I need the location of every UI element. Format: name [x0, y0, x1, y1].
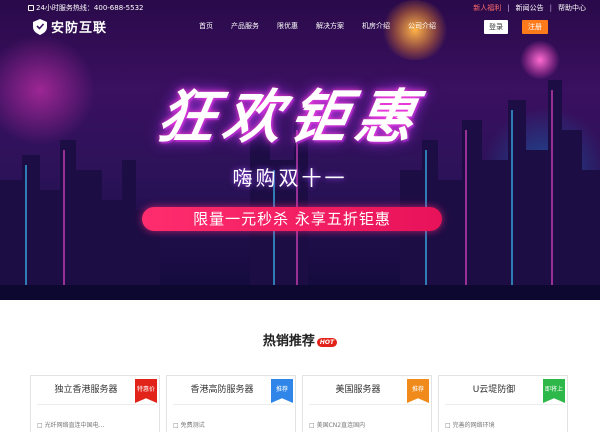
card-title: 美国服务器: [335, 385, 381, 395]
divider: [445, 404, 563, 405]
card-ribbon-badge: 推荐: [407, 379, 429, 403]
divider: [173, 404, 291, 405]
divider: [37, 404, 155, 405]
main-navbar: 安防互联 首页 产品服务 限优惠 解决方案 机房介绍 公司介绍 登录 注册: [0, 14, 600, 42]
product-card-us-server[interactable]: 美国服务器 推荐 □ 美国CN2直连国内: [302, 375, 432, 432]
product-card-list: 独立香港服务器 特惠价 □ 光纤网络直连中国电... 香港高防服务器 推荐 □ …: [30, 375, 570, 432]
nav-item-datacenter[interactable]: 机房介绍: [359, 21, 393, 31]
card-feature: □ 美国CN2直连国内: [309, 422, 366, 429]
product-card-hk-ddos[interactable]: 香港高防服务器 推荐 □ 免费测试: [166, 375, 296, 432]
card-ribbon-badge: 特惠价: [135, 379, 157, 403]
product-card-ucloud-defense[interactable]: U云堤防御 即将上 □ 完善的网络环境: [438, 375, 568, 432]
promo-headline: 狂欢钜惠: [151, 83, 428, 151]
nav-menu: 首页 产品服务 限优惠 解决方案 机房介绍 公司介绍: [196, 21, 439, 31]
link-help-center[interactable]: 帮助中心: [558, 3, 586, 13]
hot-badge: HOT: [316, 338, 338, 347]
card-ribbon-badge: 推荐: [271, 379, 293, 403]
site-logo[interactable]: 安防互联: [33, 17, 107, 36]
divider: |: [549, 4, 552, 12]
divider: |: [507, 4, 510, 12]
hero-banner[interactable]: 24小时服务热线：400-688-5532 新人福利 | 新闻公告 | 帮助中心…: [0, 0, 600, 300]
phone-icon: [28, 5, 34, 11]
nav-item-products[interactable]: 产品服务: [228, 21, 262, 31]
card-feature: □ 光纤网络直连中国电...: [37, 422, 105, 429]
card-title: 香港高防服务器: [190, 385, 254, 395]
top-utility-bar: 24小时服务热线：400-688-5532 新人福利 | 新闻公告 | 帮助中心: [0, 0, 600, 14]
card-feature: □ 免费测试: [173, 422, 205, 429]
card-title: 独立香港服务器: [54, 385, 118, 395]
link-new-user-benefits[interactable]: 新人福利: [473, 3, 501, 13]
nav-item-solutions[interactable]: 解决方案: [313, 21, 347, 31]
link-news[interactable]: 新闻公告: [516, 3, 544, 13]
logo-text: 安防互联: [51, 21, 108, 36]
card-ribbon-badge: 即将上: [543, 379, 565, 403]
nav-item-deals[interactable]: 限优惠: [274, 21, 301, 31]
nav-item-home[interactable]: 首页: [196, 21, 216, 31]
login-button[interactable]: 登录: [484, 20, 508, 34]
card-title: U云堤防御: [472, 385, 516, 395]
section-title: 热销推荐 HOT: [0, 330, 600, 349]
card-feature: □ 完善的网络环境: [445, 422, 495, 429]
utility-links: 新人福利 | 新闻公告 | 帮助中心: [473, 3, 586, 13]
section-title-text: 热销推荐: [262, 334, 315, 349]
hotline-text: 24小时服务热线：400-688-5532: [36, 4, 144, 12]
nav-item-about[interactable]: 公司介绍: [405, 21, 439, 31]
shield-logo-icon: [33, 18, 47, 35]
divider: [309, 404, 427, 405]
product-card-hk-dedicated[interactable]: 独立香港服务器 特惠价 □ 光纤网络直连中国电...: [30, 375, 160, 432]
promo-offer-pill[interactable]: 限量一元秒杀 永享五折钜惠: [142, 207, 442, 231]
register-button[interactable]: 注册: [522, 20, 548, 34]
service-hotline: 24小时服务热线：400-688-5532: [28, 3, 144, 13]
promo-subheading: 嗨购双十一: [232, 166, 348, 190]
